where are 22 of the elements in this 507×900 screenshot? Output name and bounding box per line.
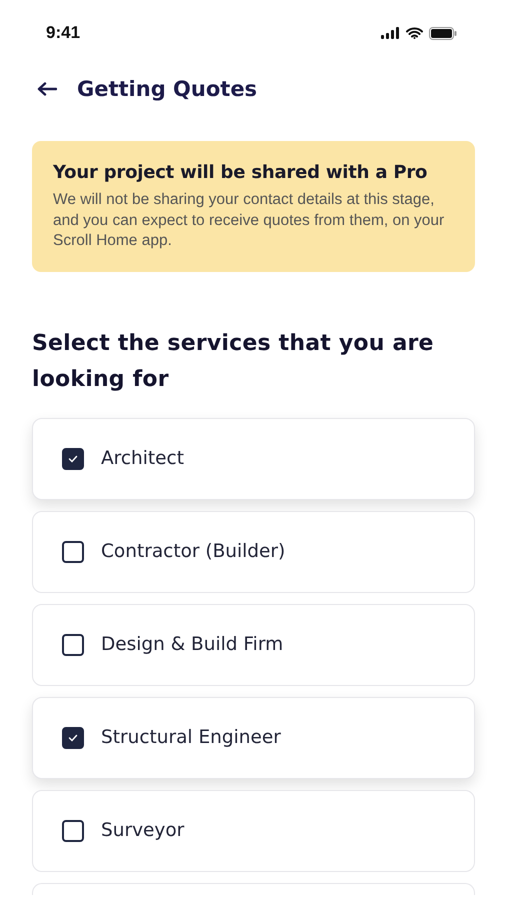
back-arrow-icon (37, 82, 57, 96)
checkbox[interactable] (62, 540, 84, 562)
check-icon (68, 734, 78, 742)
checkbox[interactable] (62, 448, 84, 470)
signal-icon (381, 27, 400, 39)
service-option[interactable]: Design & Build Firm (32, 604, 475, 686)
banner-text: We will not be sharing your contact details at this stage, and you can expect to receive quotes from them, on your Scroll Home app. (53, 190, 445, 251)
battery-icon (429, 26, 457, 40)
checkbox[interactable] (62, 634, 84, 656)
service-option[interactable]: Contractor (Builder) (32, 510, 475, 592)
service-option[interactable]: Architect (32, 418, 475, 500)
section-heading: Select the services that you are looking for (32, 330, 435, 394)
page-title: Getting Quotes (77, 77, 258, 101)
service-option[interactable]: Surveyor (32, 790, 475, 872)
service-option[interactable]: Structural Engineer (32, 696, 475, 778)
check-icon (68, 454, 78, 462)
back-button[interactable] (37, 82, 57, 96)
banner-title: Your project will be shared with a Pro (53, 162, 428, 183)
status-time: 9:41 (46, 23, 80, 43)
checkbox[interactable] (62, 820, 84, 842)
wifi-icon (406, 27, 423, 39)
checkbox[interactable] (62, 726, 84, 748)
